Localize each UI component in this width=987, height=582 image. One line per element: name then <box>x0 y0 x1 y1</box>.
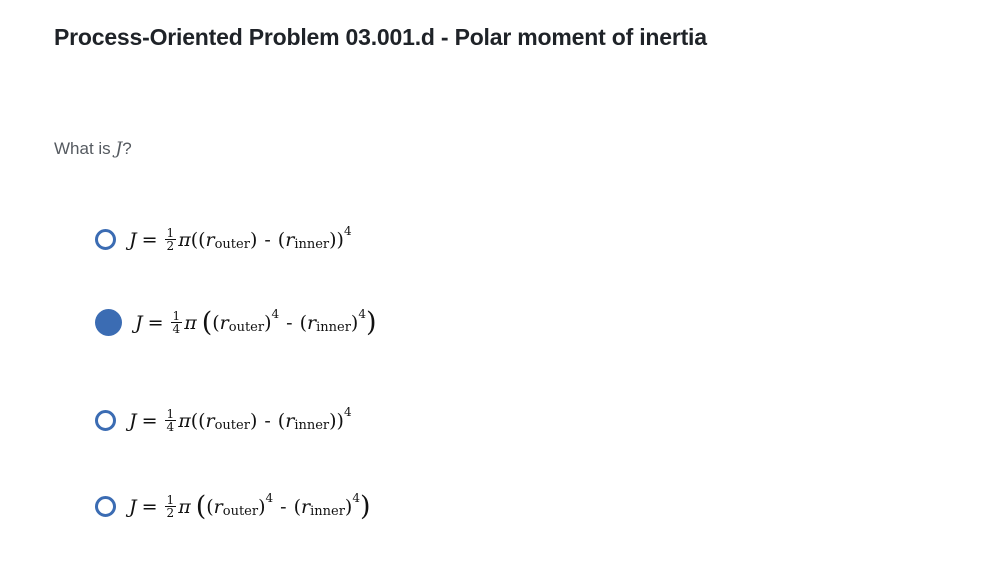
fraction-denominator: 4 <box>172 322 181 336</box>
minus-sign: - <box>264 228 271 251</box>
exponent: 4 <box>358 306 366 321</box>
var-j: J <box>129 409 137 432</box>
fraction: 14 <box>164 408 177 434</box>
open-paren: ( <box>277 228 286 251</box>
open-paren: (( <box>190 228 206 251</box>
var-r-outer: r <box>213 495 223 518</box>
radio-button-d[interactable] <box>95 496 116 517</box>
equals-sign: = <box>147 311 164 334</box>
subscript-inner: inner <box>316 320 351 335</box>
open-paren: ( <box>293 495 301 518</box>
subscript-outer: outer <box>222 504 259 519</box>
exponent: 4 <box>265 490 274 505</box>
var-r-outer: r <box>205 228 215 251</box>
subscript-inner: inner <box>294 418 330 433</box>
close-paren: )) <box>329 409 344 432</box>
choice-a-formula: J = 12 π (( r outer ) - ( r inner )) 4 <box>129 223 352 253</box>
choice-b-formula: J = 14 π ( ( r outer ) 4 - ( r inner ) 4 ) <box>135 306 377 338</box>
close-paren: ) <box>258 495 266 518</box>
equals-sign: = <box>141 409 158 432</box>
exponent: 4 <box>271 306 280 321</box>
pi-symbol: π <box>178 228 191 251</box>
var-r-inner: r <box>285 409 295 432</box>
subscript-inner: inner <box>294 237 330 252</box>
open-paren: ( <box>277 409 286 432</box>
var-r-outer: r <box>219 311 229 334</box>
fraction: 12 <box>164 494 177 520</box>
close-paren: ) <box>344 495 353 518</box>
fraction: 12 <box>164 227 177 253</box>
pi-symbol: π <box>184 311 197 334</box>
radio-button-b-selected[interactable] <box>95 309 122 336</box>
subscript-outer: outer <box>214 418 250 433</box>
pi-symbol: π <box>178 409 191 432</box>
minus-sign: - <box>280 495 287 518</box>
big-close-paren: ) <box>365 306 377 338</box>
prompt-prefix: What is <box>54 139 116 158</box>
minus-sign: - <box>264 409 271 432</box>
close-paren: ) <box>264 311 272 334</box>
var-j: J <box>129 495 137 518</box>
minus-sign: - <box>286 311 293 334</box>
choice-d-formula: J = 12 π ( ( r outer ) 4 - ( r inner ) 4 ) <box>129 490 371 522</box>
var-r-outer: r <box>205 409 215 432</box>
exponent: 4 <box>352 490 360 505</box>
fraction-denominator: 2 <box>166 239 175 253</box>
close-paren: ) <box>249 228 258 251</box>
subscript-outer: outer <box>214 237 250 252</box>
radio-button-c[interactable] <box>95 410 116 431</box>
var-r-inner: r <box>307 311 317 334</box>
answer-choice-a[interactable]: J = 12 π (( r outer ) - ( r inner )) 4 <box>95 223 352 253</box>
prompt-suffix: ? <box>122 139 132 158</box>
open-paren: (( <box>190 409 206 432</box>
exponent: 4 <box>343 223 352 238</box>
choice-c-formula: J = 14 π (( r outer ) - ( r inner )) 4 <box>129 404 352 434</box>
subscript-outer: outer <box>228 320 265 335</box>
big-open-paren: ( <box>195 490 207 522</box>
question-prompt: What is J? <box>54 139 132 159</box>
big-open-paren: ( <box>201 306 213 338</box>
close-paren: )) <box>329 228 344 251</box>
fraction-denominator: 2 <box>166 506 175 520</box>
open-paren: ( <box>299 311 307 334</box>
close-paren: ) <box>249 409 258 432</box>
open-paren: ( <box>212 311 220 334</box>
answer-choice-b[interactable]: J = 14 π ( ( r outer ) 4 - ( r inner ) 4 ) <box>95 306 377 338</box>
big-close-paren: ) <box>359 490 371 522</box>
var-j: J <box>135 311 143 334</box>
question-title: Process-Oriented Problem 03.001.d - Pola… <box>54 24 707 50</box>
var-r-inner: r <box>301 495 311 518</box>
exponent: 4 <box>343 404 352 419</box>
fraction: 14 <box>170 310 183 336</box>
var-r-inner: r <box>285 228 295 251</box>
equals-sign: = <box>141 228 158 251</box>
answer-choice-c[interactable]: J = 14 π (( r outer ) - ( r inner )) 4 <box>95 404 352 434</box>
open-paren: ( <box>206 495 214 518</box>
answer-choice-d[interactable]: J = 12 π ( ( r outer ) 4 - ( r inner ) 4 ) <box>95 490 371 522</box>
equals-sign: = <box>141 495 158 518</box>
subscript-inner: inner <box>310 504 345 519</box>
close-paren: ) <box>350 311 359 334</box>
radio-button-a[interactable] <box>95 229 116 250</box>
fraction-denominator: 4 <box>166 420 175 434</box>
var-j: J <box>129 228 137 251</box>
pi-symbol: π <box>178 495 191 518</box>
